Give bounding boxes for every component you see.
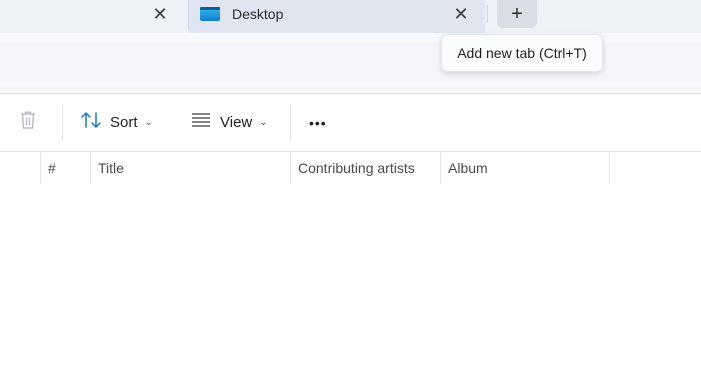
- tab-close-button[interactable]: ✕: [451, 4, 471, 24]
- trash-icon: [18, 109, 38, 136]
- sort-icon: [80, 110, 102, 135]
- tab-previous[interactable]: ✕: [0, 0, 188, 28]
- view-label: View: [220, 114, 253, 131]
- tab-strip: ✕ Desktop ✕ +: [0, 0, 701, 33]
- new-tab-tooltip: Add new tab (Ctrl+T): [441, 34, 603, 72]
- column-header-row: # Title Contributing artists Album: [0, 152, 701, 184]
- column-header-contributing-artists[interactable]: Contributing artists: [290, 152, 440, 184]
- tab-title: Desktop: [232, 6, 284, 22]
- list-view-icon: [190, 112, 212, 133]
- new-tab-button[interactable]: +: [497, 0, 537, 28]
- file-list-area[interactable]: [0, 184, 701, 368]
- more-icon: •••: [309, 114, 327, 131]
- tab-close-button[interactable]: ✕: [150, 4, 170, 24]
- chevron-down-icon: ⌄: [144, 117, 153, 128]
- sort-button[interactable]: Sort ⌄: [80, 94, 153, 151]
- view-button[interactable]: View ⌄: [190, 94, 268, 151]
- toolbar-separator: [290, 104, 291, 141]
- tab-divider: [487, 5, 488, 23]
- toolbar-separator: [62, 104, 63, 141]
- sort-label: Sort: [110, 114, 138, 131]
- column-header-album[interactable]: Album: [440, 152, 610, 184]
- chevron-down-icon: ⌄: [259, 117, 268, 128]
- column-header-number[interactable]: #: [40, 152, 90, 184]
- column-header-title[interactable]: Title: [90, 152, 290, 184]
- delete-button[interactable]: [18, 94, 38, 151]
- file-explorer-window: ✕ Desktop ✕ + Add new tab (Ctrl+T) Sort …: [0, 0, 701, 368]
- command-bar: Sort ⌄ View ⌄ •••: [0, 94, 701, 152]
- more-options-button[interactable]: •••: [309, 94, 327, 151]
- desktop-icon: [199, 5, 221, 28]
- tab-desktop[interactable]: Desktop ✕: [188, 0, 485, 33]
